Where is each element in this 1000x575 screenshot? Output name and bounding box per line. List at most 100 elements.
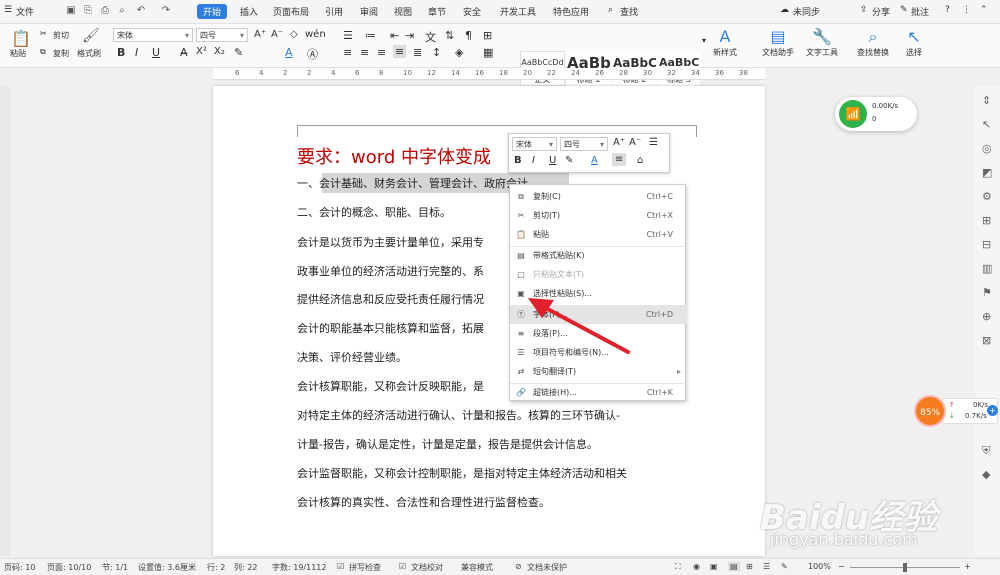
paste-button[interactable]: 粘贴 — [10, 48, 26, 59]
align-center-icon[interactable]: ≡ — [360, 46, 369, 59]
tab-insert[interactable]: 插入 — [240, 5, 258, 18]
indent-icon[interactable]: ⇥ — [405, 29, 414, 42]
char-shading-icon[interactable]: Ⓐ — [307, 46, 318, 62]
zoom-slider-thumb[interactable] — [903, 563, 907, 572]
speed-widget[interactable]: ↑ 0K/s ↓ 0.7K/s 85% + — [914, 395, 1000, 427]
numbering-icon[interactable]: ≔ — [365, 29, 376, 42]
paste-icon[interactable]: 📋 — [11, 29, 31, 48]
vertical-ruler[interactable] — [0, 86, 10, 556]
document-line[interactable]: 一、会计基础、财务会计、管理会计、政府会计 — [297, 175, 528, 191]
shrink-font-icon[interactable]: A⁻ — [629, 137, 641, 148]
document-line[interactable]: 对特定主体的经济活动进行确认、计量和报告。核算的三环节确认- — [297, 407, 620, 423]
document-line[interactable]: 会计核算职能，又称会计反映职能，是 — [297, 378, 484, 394]
lock-icon[interactable]: ⊠ — [982, 334, 991, 347]
layout-icon[interactable]: ▣ — [710, 562, 718, 571]
status-compat[interactable]: 兼容模式 — [461, 562, 493, 573]
document-line[interactable]: 政事业单位的经济活动进行完整的、系 — [297, 263, 484, 279]
pinyin-icon[interactable]: wén — [305, 29, 326, 40]
print-icon[interactable]: ⎙ — [99, 5, 111, 17]
read-view-icon[interactable]: ✎ — [781, 562, 788, 571]
justify-icon[interactable]: ≡ — [612, 153, 627, 166]
document-line[interactable]: 二、会计的概念、职能、目标。 — [297, 204, 451, 220]
tab-home[interactable]: 开始 — [197, 4, 228, 19]
tab-chapter[interactable]: 章节 — [428, 5, 446, 18]
web-view-icon[interactable]: ⊞ — [746, 562, 753, 571]
context-menu-item[interactable]: 📋 粘贴 Ctrl+V — [510, 226, 687, 244]
network-icon[interactable]: ⊕ — [982, 310, 991, 323]
cut-icon[interactable]: ✂ — [40, 29, 47, 38]
comment-icon[interactable]: ✎ — [900, 5, 908, 15]
proof-icon[interactable]: ☑ — [399, 562, 406, 571]
tab-developer[interactable]: 开发工具 — [500, 5, 536, 18]
subscript-icon[interactable]: X₂ — [214, 46, 225, 57]
shrink-font-icon[interactable]: A⁻ — [271, 29, 283, 40]
sort-icon[interactable]: ⇅ — [445, 29, 454, 42]
spell-check-icon[interactable]: ☑ — [337, 562, 344, 571]
show-marks-icon[interactable]: ¶ — [465, 29, 472, 42]
status-col[interactable]: 列: 22 — [234, 562, 257, 573]
bold-icon[interactable]: B — [117, 46, 125, 59]
menu-icon[interactable]: ☰ — [4, 5, 12, 15]
bold-icon[interactable]: B — [514, 155, 522, 166]
tab-layout[interactable]: 页面布局 — [273, 5, 309, 18]
protect-icon[interactable]: ⊘ — [515, 562, 522, 571]
fullscreen-icon[interactable]: ⛶ — [675, 562, 681, 572]
search-icon[interactable]: ⌕ — [608, 5, 613, 15]
status-row[interactable]: 行: 2 — [207, 562, 225, 573]
align-left-icon[interactable]: ≡ — [343, 46, 352, 59]
status-zoom[interactable]: 100% — [808, 562, 831, 571]
tab-view[interactable]: 视图 — [394, 5, 412, 18]
status-section[interactable]: 节: 1/1 — [102, 562, 128, 573]
italic-icon[interactable]: I — [135, 46, 138, 59]
share-button[interactable]: 分享 — [872, 5, 890, 18]
zoom-in-icon[interactable]: + — [964, 562, 971, 571]
tab-security[interactable]: 安全 — [463, 5, 481, 18]
superscript-icon[interactable]: X² — [196, 46, 207, 57]
underline-icon[interactable]: U — [152, 46, 160, 59]
context-menu-item[interactable]: ▤ 带格式粘贴(K) — [510, 247, 687, 265]
file-menu[interactable]: 文件 — [16, 5, 34, 18]
styles-more-icon[interactable]: ▾ — [702, 36, 706, 45]
find-replace-button[interactable]: ⌕ 查找替换 — [857, 27, 889, 58]
shapes-icon[interactable]: ◩ — [982, 166, 992, 179]
justify-icon[interactable]: ≡ — [393, 45, 407, 58]
format-painter-icon[interactable]: 🖌 — [82, 28, 100, 44]
doc-assistant-button[interactable]: ▤ 文档助手 — [762, 27, 794, 58]
underline-icon[interactable]: U — [549, 155, 556, 166]
redo-icon[interactable]: ↷ — [160, 5, 172, 17]
context-menu-item[interactable]: ⧉ 复制(C) Ctrl+C — [510, 188, 687, 206]
document-line[interactable]: 会计是以货币为主要计量单位，采用专 — [297, 234, 484, 250]
share-icon[interactable]: ⇪ — [860, 5, 868, 15]
document-line[interactable]: 提供经济信息和反应受托责任履行情况 — [297, 291, 484, 307]
format-painter-button[interactable]: 格式刷 — [77, 48, 101, 59]
tab-references[interactable]: 引用 — [325, 5, 343, 18]
bookmark-icon[interactable]: ⊟ — [982, 238, 991, 251]
document-line[interactable]: 计量-报告，确认是定性，计量是定量，报告是提供会计信息。 — [297, 436, 598, 452]
strikethrough-icon[interactable]: A̶ — [180, 46, 188, 59]
zoom-out-icon[interactable]: − — [838, 562, 845, 571]
document-line[interactable]: 会计核算的真实性、合法性和合理性进行监督检查。 — [297, 494, 550, 510]
border-icon[interactable]: ▦ — [483, 46, 493, 59]
font-color-icon[interactable]: A — [591, 155, 598, 166]
select-button[interactable]: ↖ 选择 — [906, 27, 922, 58]
distributed-icon[interactable]: ≣ — [413, 46, 422, 59]
highlight-icon[interactable]: ✎ — [565, 155, 573, 166]
context-menu-item[interactable]: ✂ 剪切(T) Ctrl+X — [510, 207, 687, 225]
line-spacing-icon[interactable]: ☰ — [649, 137, 658, 148]
chinese-layout-icon[interactable]: 文 — [425, 29, 436, 45]
status-spell[interactable]: 拼写检查 — [349, 562, 381, 573]
save-icon[interactable]: ▣ — [65, 5, 77, 17]
plus-icon[interactable]: + — [987, 405, 998, 416]
location-icon[interactable]: ◎ — [982, 142, 992, 155]
table-icon[interactable]: ⊞ — [982, 214, 991, 227]
align-right-icon[interactable]: ≡ — [377, 46, 386, 59]
shield-icon[interactable]: ⛨ — [982, 444, 990, 458]
sidebar-toggle-icon[interactable]: ⇕ — [982, 94, 991, 107]
comment-button[interactable]: 批注 — [911, 5, 929, 18]
code-icon[interactable]: ◆ — [982, 468, 990, 481]
eye-icon[interactable]: ◉ — [693, 562, 700, 571]
preview-icon[interactable]: ⌕ — [116, 5, 128, 17]
status-proof[interactable]: 文档校对 — [411, 562, 443, 573]
status-page[interactable]: 页面: 10/10 — [47, 562, 91, 573]
document-title[interactable]: 要求：word 中字体变成 — [297, 143, 491, 169]
